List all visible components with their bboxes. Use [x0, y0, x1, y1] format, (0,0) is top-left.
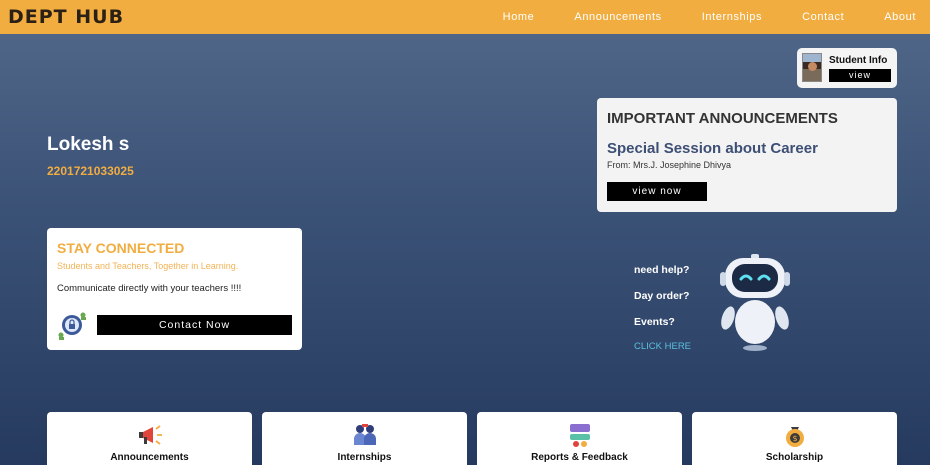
- stay-connected-title: STAY CONNECTED: [57, 240, 185, 256]
- student-avatar: [802, 53, 822, 82]
- help-click-here-link[interactable]: CLICK HERE: [634, 341, 691, 352]
- announcements-heading: IMPORTANT ANNOUNCEMENTS: [607, 110, 838, 127]
- robot-icon[interactable]: [717, 254, 793, 352]
- nav-link-about[interactable]: About: [884, 11, 916, 23]
- tile-scholarship[interactable]: $ Scholarship: [692, 412, 897, 465]
- svg-text:$: $: [792, 434, 797, 443]
- nav-link-home[interactable]: Home: [503, 11, 535, 23]
- tile-label: Reports & Feedback: [531, 452, 628, 463]
- student-info-card: Student Info view: [797, 48, 897, 88]
- money-bag-icon: $: [786, 427, 804, 447]
- help-day-order: Day order?: [634, 290, 690, 302]
- brand-logo[interactable]: DEPT HUB: [8, 6, 124, 28]
- nav-links: Home Announcements Internships Contact A…: [463, 0, 916, 34]
- nav-link-contact[interactable]: Contact: [802, 11, 844, 23]
- nav-link-announcements[interactable]: Announcements: [574, 11, 661, 23]
- tile-label: Announcements: [110, 452, 189, 463]
- view-now-button[interactable]: view now: [607, 182, 707, 201]
- student-name: Lokesh s: [47, 134, 130, 155]
- tile-label: Scholarship: [765, 452, 824, 463]
- nav-link-internships[interactable]: Internships: [702, 11, 762, 23]
- megaphone-icon: [139, 425, 162, 445]
- teacher-contact-icon: [58, 312, 86, 340]
- top-navbar: DEPT HUB Home Announcements Internships …: [0, 0, 930, 34]
- tile-label: Internships: [337, 452, 392, 463]
- student-id: 2201721033025: [47, 164, 134, 178]
- tile-internships[interactable]: Internships: [262, 412, 467, 465]
- help-need-help: need help?: [634, 264, 690, 276]
- student-view-button[interactable]: view: [829, 69, 891, 82]
- contact-now-button[interactable]: Contact Now: [97, 315, 292, 335]
- team-icon: [354, 424, 376, 445]
- tile-reports-feedback[interactable]: Reports & Feedback: [477, 412, 682, 465]
- stay-connected-card: STAY CONNECTED Students and Teachers, To…: [47, 228, 302, 350]
- stay-connected-text: Communicate directly with your teachers …: [57, 283, 242, 294]
- help-events: Events?: [634, 316, 675, 328]
- announcement-from: From: Mrs.J. Josephine Dhivya: [607, 160, 732, 170]
- student-info-title: Student Info: [829, 55, 888, 66]
- stay-connected-subtitle: Students and Teachers, Together in Learn…: [57, 261, 239, 271]
- tile-announcements[interactable]: Announcements: [47, 412, 252, 465]
- report-icon: [570, 424, 590, 447]
- announcement-title: Special Session about Career: [607, 140, 818, 157]
- important-announcements-card: IMPORTANT ANNOUNCEMENTS Special Session …: [597, 98, 897, 212]
